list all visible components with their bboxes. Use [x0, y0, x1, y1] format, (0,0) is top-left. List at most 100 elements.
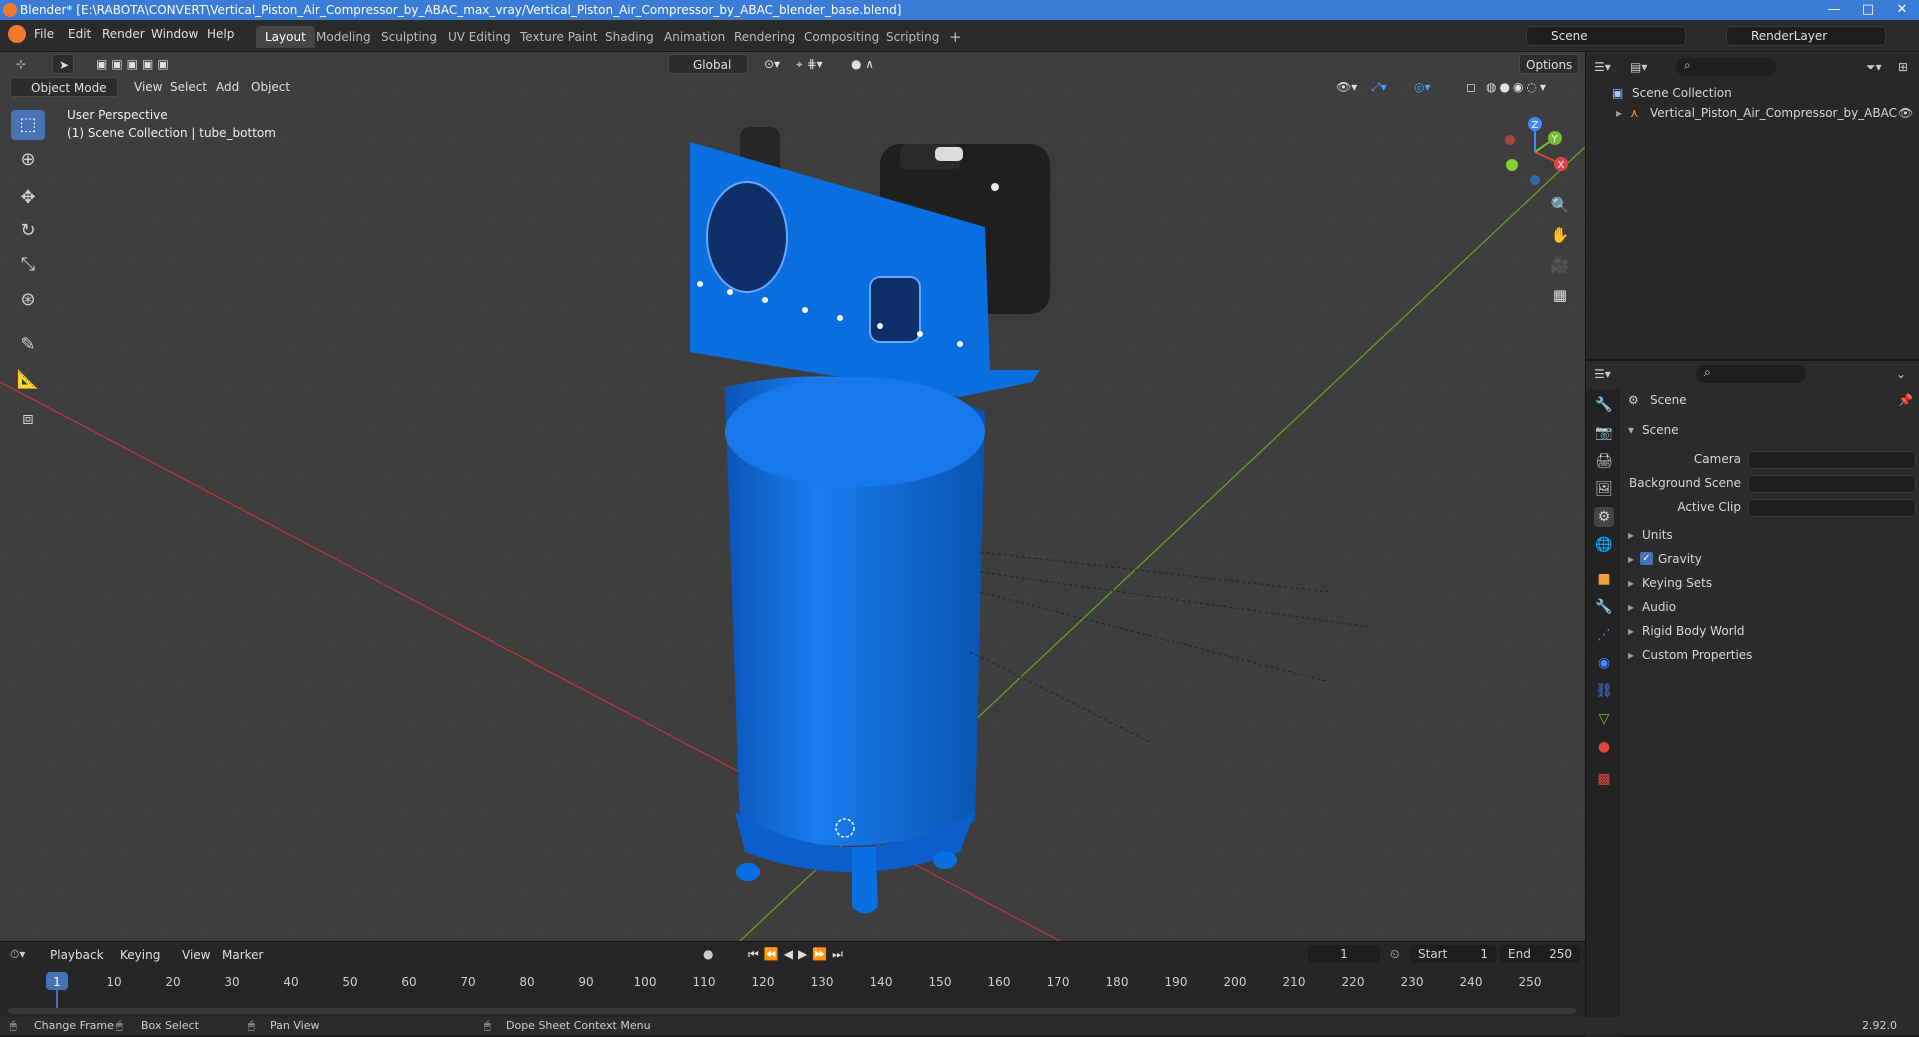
annotate-tool[interactable]: ✎	[11, 330, 45, 360]
particles-tab-icon[interactable]: ⋰	[1594, 625, 1614, 645]
pin-icon[interactable]: 📌	[1898, 393, 1913, 407]
close-button[interactable]: ✕	[1885, 0, 1919, 20]
pivot-icon[interactable]: ⊙▾	[758, 54, 786, 74]
cursor-tool[interactable]: ⊕	[11, 145, 45, 175]
transform-orientation-dropdown[interactable]: Global	[668, 54, 748, 74]
tab-modeling[interactable]: Modeling	[307, 26, 380, 48]
blender-menu-icon[interactable]	[8, 25, 26, 43]
proportional-edit-icon[interactable]: ● ∧	[845, 54, 880, 74]
tab-scripting[interactable]: Scripting	[877, 26, 948, 48]
menu-object[interactable]: Object	[245, 77, 296, 97]
world-tab-icon[interactable]: 🌐	[1594, 535, 1614, 555]
chevron-down-icon[interactable]: ⌄	[1896, 367, 1906, 381]
pan-hand-icon[interactable]: ✋	[1547, 222, 1573, 248]
select-mode-button[interactable]: ➤	[52, 54, 74, 74]
transform-tool[interactable]: ⊛	[11, 285, 45, 315]
minimize-button[interactable]: —	[1817, 0, 1851, 20]
add-cube-tool[interactable]: ⧈	[11, 404, 45, 434]
shading-mode-icons[interactable]: ◍●◉◌▾	[1480, 77, 1555, 97]
menu-file[interactable]: File	[34, 27, 54, 41]
3d-viewport[interactable]: ⊹ ➤ ▣▣▣▣▣ Global ⊙▾ ⌖ ⋕▾ ● ∧ Options Obj…	[0, 52, 1585, 941]
rotate-tool[interactable]: ↻	[11, 216, 45, 246]
scene-selector[interactable]: Scene	[1526, 26, 1686, 46]
rigid-body-world-panel[interactable]: Rigid Body World	[1642, 624, 1745, 638]
outliner-search-input[interactable]: ⌕	[1676, 58, 1776, 76]
camera-field[interactable]	[1748, 451, 1916, 469]
selection-mode-icons[interactable]: ▣▣▣▣▣	[90, 54, 179, 74]
tab-compositing[interactable]: Compositing	[795, 26, 888, 48]
new-collection-icon[interactable]: ⊞	[1898, 60, 1908, 74]
modifier-tab-icon[interactable]: 🔧	[1594, 597, 1614, 617]
view-layer-selector[interactable]: RenderLayer	[1726, 26, 1886, 46]
menu-select[interactable]: Select	[164, 77, 213, 97]
frame-ruler[interactable]: 1 10 20 30 40 50 60 70 80 90 100 110 120 130 140 150 160…	[0, 942, 1585, 1018]
outliner[interactable]: ☰▾ ▤▾ ⌕ ⏷▾ ⊞ ▣ Scene Collection ▸ ⋏ Vert…	[1586, 52, 1919, 359]
expand-arrow-icon[interactable]: ▸	[1628, 552, 1634, 566]
add-workspace-button[interactable]: +	[940, 26, 971, 48]
select-box-tool[interactable]: ⬚	[11, 110, 45, 140]
outliner-item[interactable]: Vertical_Piston_Air_Compressor_by_ABAC	[1650, 106, 1897, 120]
scene-section-header[interactable]: Scene	[1642, 423, 1679, 437]
menu-view[interactable]: View	[128, 77, 168, 97]
menu-render[interactable]: Render	[102, 27, 145, 41]
tab-layout[interactable]: Layout	[256, 26, 315, 48]
menu-add[interactable]: Add	[210, 77, 245, 97]
tab-rendering[interactable]: Rendering	[725, 26, 804, 48]
scene-tab-icon[interactable]: ⚙	[1594, 507, 1614, 527]
menu-edit[interactable]: Edit	[68, 27, 91, 41]
section-expanded-icon[interactable]: ▾	[1628, 423, 1634, 437]
audio-panel[interactable]: Audio	[1642, 600, 1676, 614]
visibility-icon[interactable]: 👁▾	[1330, 77, 1363, 97]
tool-tab-icon[interactable]: 🔧	[1594, 395, 1614, 415]
editor-type-icon[interactable]: ⊹	[10, 54, 32, 74]
eye-visibility-icon[interactable]: 👁	[1898, 106, 1913, 120]
tab-shading[interactable]: Shading	[596, 26, 663, 48]
render-tab-icon[interactable]: 📷	[1594, 423, 1614, 443]
custom-properties-panel[interactable]: Custom Properties	[1642, 648, 1752, 662]
menu-help[interactable]: Help	[207, 27, 234, 41]
properties-editor[interactable]: ☰▾ ⌕ ⌄ 🔧 📷 🖨 🖼 ⚙ 🌐 ■ 🔧 ⋰ ◉ ⛓ ▽ ● ▩ ⚙ Sce…	[1586, 359, 1919, 1037]
zoom-icon[interactable]: 🔍	[1547, 192, 1573, 218]
tab-texture-paint[interactable]: Texture Paint	[511, 26, 606, 48]
expand-arrow-icon[interactable]: ▸	[1628, 648, 1634, 662]
active-clip-field[interactable]	[1748, 499, 1916, 517]
ortho-grid-icon[interactable]: ▦	[1547, 282, 1573, 308]
compressor-tank[interactable]	[725, 376, 985, 914]
options-dropdown[interactable]: Options	[1519, 54, 1580, 74]
gizmo-toggle-icon[interactable]: ⤢▾	[1365, 77, 1393, 97]
overlay-toggle-icon[interactable]: ◎▾	[1408, 77, 1437, 97]
expand-arrow-icon[interactable]: ▸	[1628, 576, 1634, 590]
keying-sets-panel[interactable]: Keying Sets	[1642, 576, 1712, 590]
expand-arrow-icon[interactable]: ▸	[1628, 624, 1634, 638]
output-tab-icon[interactable]: 🖨	[1594, 451, 1614, 471]
material-tab-icon[interactable]: ●	[1594, 737, 1614, 757]
timeline-scrollbar[interactable]	[8, 1008, 1576, 1014]
gravity-panel[interactable]: Gravity	[1658, 552, 1702, 566]
data-tab-icon[interactable]: ▽	[1594, 709, 1614, 729]
properties-search-input[interactable]: ⌕	[1696, 365, 1806, 383]
texture-tab-icon[interactable]: ▩	[1594, 769, 1614, 789]
expand-arrow-icon[interactable]: ▸	[1628, 600, 1634, 614]
gravity-checkbox[interactable]: ✓	[1640, 552, 1653, 565]
move-tool[interactable]: ✥	[11, 183, 45, 213]
mode-dropdown[interactable]: Object Mode	[10, 77, 118, 97]
scale-tool[interactable]: ⤡	[11, 250, 45, 280]
outliner-editor-icon[interactable]: ☰▾	[1594, 60, 1611, 74]
tab-sculpting[interactable]: Sculpting	[372, 26, 446, 48]
snap-icon[interactable]: ⌖ ⋕▾	[790, 54, 829, 74]
maximize-button[interactable]: □	[1851, 0, 1885, 20]
menu-window[interactable]: Window	[151, 27, 198, 41]
navigation-gizmo[interactable]: X Y Z	[1495, 112, 1575, 192]
expand-arrow-icon[interactable]: ▸	[1616, 106, 1622, 120]
tab-uv-editing[interactable]: UV Editing	[439, 26, 520, 48]
tab-animation[interactable]: Animation	[655, 26, 734, 48]
timeline[interactable]: ⏱▾ Playback Keying View Marker ● ⏮⏪◀▶⏩⏭ …	[0, 941, 1585, 1017]
object-tab-icon[interactable]: ■	[1594, 569, 1614, 589]
expand-arrow-icon[interactable]: ▸	[1628, 528, 1634, 542]
units-panel[interactable]: Units	[1642, 528, 1673, 542]
physics-tab-icon[interactable]: ◉	[1594, 653, 1614, 673]
scene-collection-label[interactable]: Scene Collection	[1632, 86, 1732, 100]
xray-icon[interactable]: ◻	[1460, 77, 1482, 97]
constraints-tab-icon[interactable]: ⛓	[1594, 681, 1614, 701]
filter-icon[interactable]: ⏷▾	[1866, 60, 1882, 75]
